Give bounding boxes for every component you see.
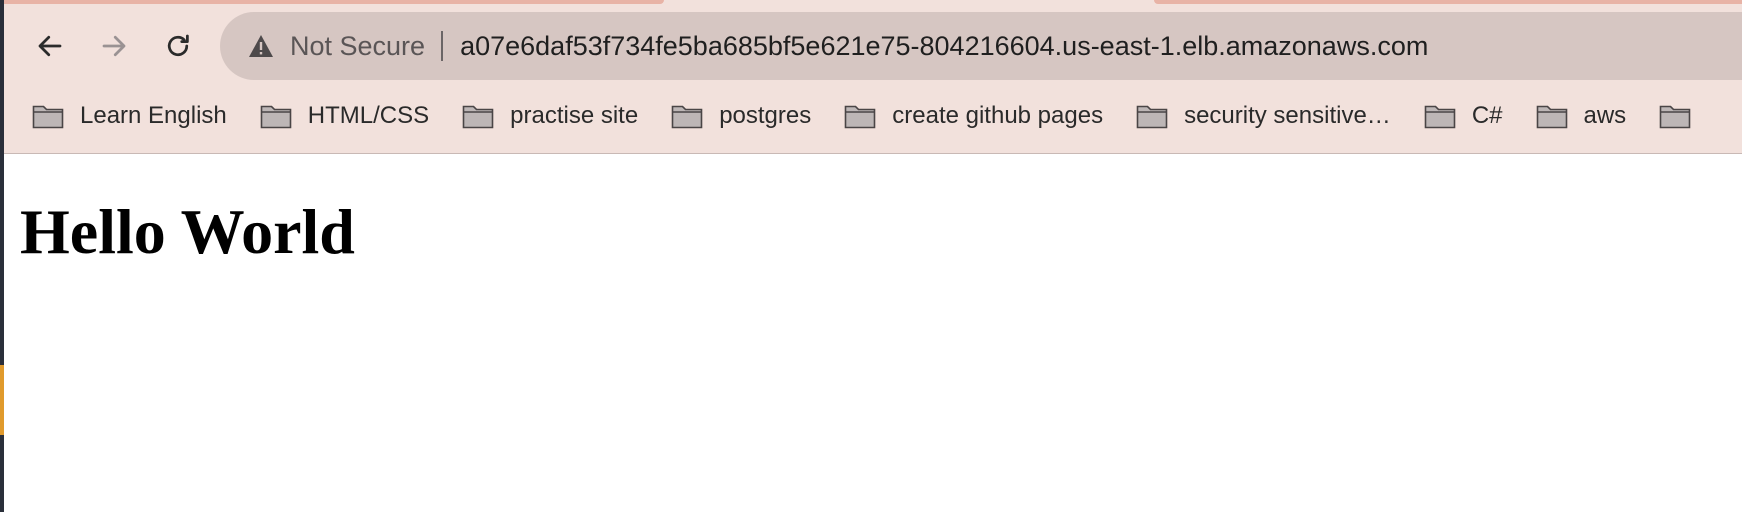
- arrow-left-icon: [38, 35, 62, 57]
- address-bar[interactable]: Not Secure a07e6daf53f734fe5ba685bf5e621…: [220, 12, 1742, 80]
- bookmark-folder[interactable]: aws: [1536, 94, 1641, 138]
- security-status-label[interactable]: Not Secure: [290, 31, 425, 62]
- bookmark-folder[interactable]: C#: [1424, 94, 1517, 138]
- bookmark-folder[interactable]: postgres: [671, 94, 825, 138]
- reload-icon: [167, 34, 189, 57]
- tab-right[interactable]: [1154, 0, 1742, 4]
- url-text[interactable]: a07e6daf53f734fe5ba685bf5e621e75-8042166…: [460, 31, 1428, 62]
- folder-icon: [32, 105, 64, 129]
- tab-left[interactable]: [4, 0, 664, 4]
- bookmark-label: Learn English: [80, 102, 227, 129]
- reload-button[interactable]: [156, 24, 200, 68]
- back-button[interactable]: [28, 24, 72, 68]
- bookmark-label: create github pages: [892, 102, 1104, 129]
- bookmark-label: postgres: [719, 102, 812, 129]
- folder-icon: [260, 105, 292, 129]
- folder-icon: [1659, 105, 1691, 129]
- bookmark-folder-overflow[interactable]: [1659, 94, 1721, 138]
- folder-icon: [1136, 105, 1168, 129]
- warning-triangle-icon[interactable]: [248, 34, 274, 58]
- folder-icon: [671, 105, 703, 129]
- folder-icon: [1424, 105, 1456, 129]
- bookmark-label: aws: [1583, 102, 1627, 129]
- bookmark-label: C#: [1471, 102, 1503, 129]
- forward-button[interactable]: [92, 24, 136, 68]
- arrow-right-icon: [102, 35, 126, 57]
- bookmark-folder[interactable]: create github pages: [844, 94, 1117, 138]
- folder-icon: [844, 105, 876, 129]
- bookmark-folder[interactable]: HTML/CSS: [260, 94, 443, 138]
- folder-icon: [462, 105, 494, 129]
- bookmark-folder[interactable]: security sensitive…: [1136, 94, 1405, 138]
- bookmark-folder[interactable]: practise site: [462, 94, 652, 138]
- bookmark-label: HTML/CSS: [307, 102, 430, 129]
- omnibox-divider: [441, 31, 444, 61]
- page-heading: Hello World: [20, 196, 355, 267]
- browser-chrome: Not Secure a07e6daf53f734fe5ba685bf5e621…: [4, 0, 1742, 154]
- bookmarks-bar: Learn English HTML/CSS practise site pos…: [4, 94, 1742, 138]
- bookmark-label: security sensitive…: [1184, 102, 1391, 129]
- folder-icon: [1536, 105, 1567, 129]
- bookmark-folder[interactable]: Learn English: [32, 94, 241, 138]
- page-content: Hello World: [4, 154, 1742, 512]
- tab-strip: [4, 0, 1742, 4]
- bookmark-label: practise site: [510, 102, 639, 129]
